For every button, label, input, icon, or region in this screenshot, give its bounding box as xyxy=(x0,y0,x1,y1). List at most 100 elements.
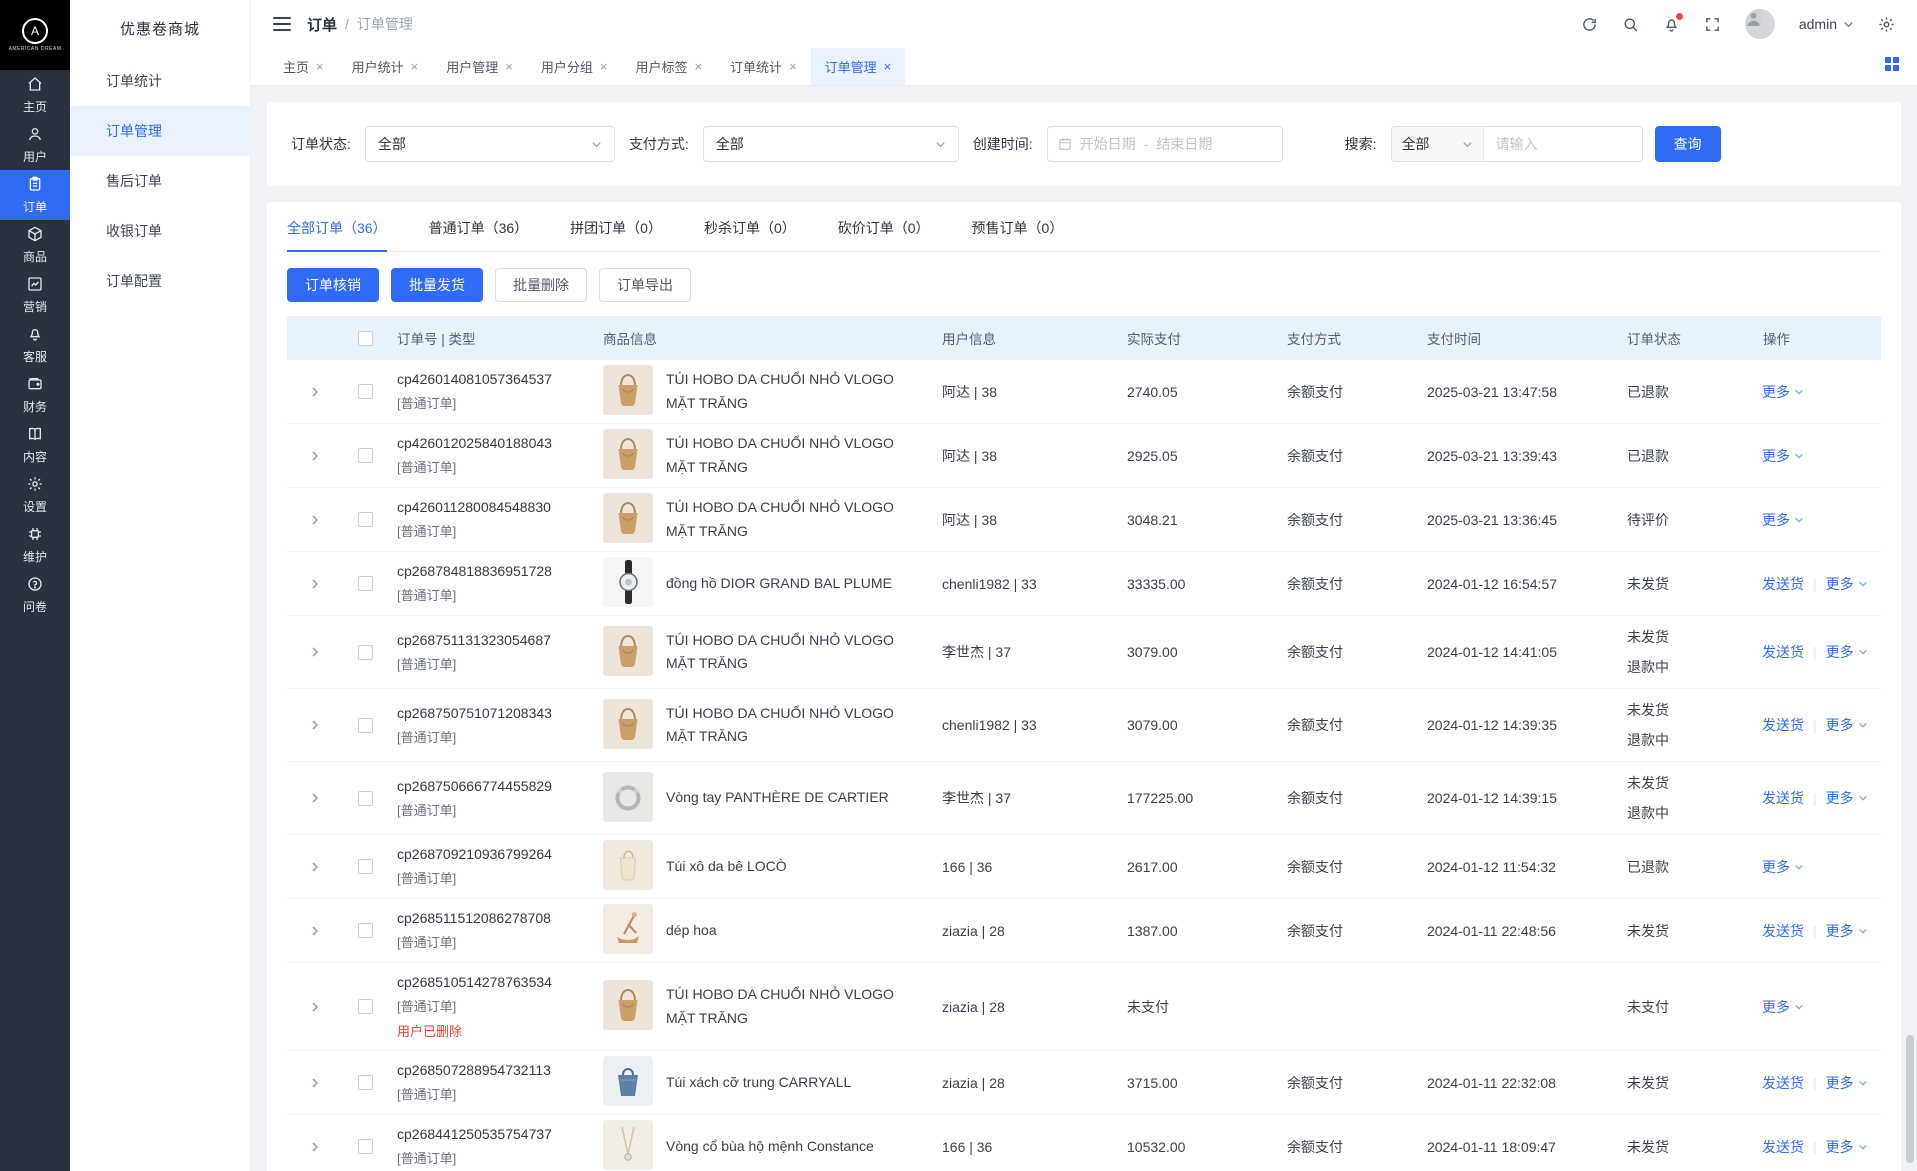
row-checkbox[interactable] xyxy=(358,448,373,463)
avatar[interactable] xyxy=(1745,9,1775,39)
sidebar-item-maintain[interactable]: 维护 xyxy=(0,520,70,570)
row-expander[interactable] xyxy=(287,861,343,873)
more-action-link[interactable]: 更多 xyxy=(1826,1137,1868,1157)
refresh-icon[interactable] xyxy=(1581,16,1598,33)
search-input[interactable]: 请输入 xyxy=(1484,127,1642,161)
more-action-link[interactable]: 更多 xyxy=(1762,857,1804,877)
row-checkbox[interactable] xyxy=(358,791,373,806)
submenu-item-2[interactable]: 售后订单 xyxy=(70,156,250,206)
close-icon[interactable]: × xyxy=(600,59,608,74)
vertical-scrollbar[interactable] xyxy=(1906,1035,1914,1163)
row-checkbox[interactable] xyxy=(358,512,373,527)
row-expander[interactable] xyxy=(287,386,343,398)
bulk-delete-button[interactable]: 批量删除 xyxy=(495,268,587,302)
row-checkbox[interactable] xyxy=(358,1139,373,1154)
order-tab-5[interactable]: 预售订单（0） xyxy=(972,218,1064,251)
row-expander[interactable] xyxy=(287,1141,343,1153)
order-tab-0[interactable]: 全部订单（36） xyxy=(287,218,387,251)
close-icon[interactable]: × xyxy=(694,59,702,74)
ship-action-link[interactable]: 发送货 xyxy=(1762,642,1804,662)
verify-order-button[interactable]: 订单核销 xyxy=(287,268,379,302)
row-expander[interactable] xyxy=(287,925,343,937)
sidebar-item-service[interactable]: 客服 xyxy=(0,320,70,370)
more-action-link[interactable]: 更多 xyxy=(1826,642,1868,662)
settings-gear-icon[interactable] xyxy=(1878,16,1895,33)
submenu-item-4[interactable]: 订单配置 xyxy=(70,256,250,306)
row-checkbox[interactable] xyxy=(358,718,373,733)
sidebar-item-marketing[interactable]: 营销 xyxy=(0,270,70,320)
pay-method-select[interactable]: 全部 xyxy=(703,126,959,162)
ship-action-link[interactable]: 发送货 xyxy=(1762,1137,1804,1157)
sidebar-item-settings[interactable]: 设置 xyxy=(0,470,70,520)
row-expander[interactable] xyxy=(287,450,343,462)
more-action-link[interactable]: 更多 xyxy=(1826,1073,1868,1093)
notifications-bell-icon[interactable] xyxy=(1663,16,1680,33)
order-tab-3[interactable]: 秒杀订单（0） xyxy=(704,218,796,251)
submenu-item-0[interactable]: 订单统计 xyxy=(70,56,250,106)
order-tab-2[interactable]: 拼团订单（0） xyxy=(570,218,662,251)
row-checkbox[interactable] xyxy=(358,999,373,1014)
tab-1[interactable]: 用户统计× xyxy=(338,48,433,85)
tab-0[interactable]: 主页× xyxy=(269,48,338,85)
close-icon[interactable]: × xyxy=(884,59,892,74)
sidebar-item-order[interactable]: 订单 xyxy=(0,170,70,220)
ship-action-link[interactable]: 发送货 xyxy=(1762,788,1804,808)
order-status-select[interactable]: 全部 xyxy=(365,126,615,162)
close-icon[interactable]: × xyxy=(789,59,797,74)
order-tab-4[interactable]: 砍价订单（0） xyxy=(838,218,930,251)
user-menu[interactable]: admin xyxy=(1799,16,1854,32)
search-icon[interactable] xyxy=(1622,16,1639,33)
collapse-menu-icon[interactable] xyxy=(273,17,291,31)
row-checkbox[interactable] xyxy=(358,859,373,874)
sidebar-item-finance[interactable]: 财务 xyxy=(0,370,70,420)
more-action-link[interactable]: 更多 xyxy=(1762,382,1804,402)
row-checkbox[interactable] xyxy=(358,1075,373,1090)
search-scope-select[interactable]: 全部 xyxy=(1392,127,1484,161)
close-icon[interactable]: × xyxy=(505,59,513,74)
more-action-link[interactable]: 更多 xyxy=(1762,510,1804,530)
ship-action-link[interactable]: 发送货 xyxy=(1762,715,1804,735)
select-all-checkbox[interactable] xyxy=(358,331,373,346)
tab-layout-grid-icon[interactable] xyxy=(1885,57,1899,76)
date-range-picker[interactable]: 开始日期 - 结束日期 xyxy=(1047,126,1283,162)
tab-2[interactable]: 用户管理× xyxy=(432,48,527,85)
row-checkbox[interactable] xyxy=(358,923,373,938)
close-icon[interactable]: × xyxy=(316,59,324,74)
more-action-link[interactable]: 更多 xyxy=(1826,574,1868,594)
submenu-item-3[interactable]: 收银订单 xyxy=(70,206,250,256)
more-action-link[interactable]: 更多 xyxy=(1826,921,1868,941)
bulk-ship-button[interactable]: 批量发货 xyxy=(391,268,483,302)
row-checkbox[interactable] xyxy=(358,384,373,399)
tab-3[interactable]: 用户分组× xyxy=(527,48,622,85)
sidebar-item-user[interactable]: 用户 xyxy=(0,120,70,170)
sidebar-item-survey[interactable]: 问卷 xyxy=(0,570,70,620)
sidebar-item-content[interactable]: 内容 xyxy=(0,420,70,470)
ship-action-link[interactable]: 发送货 xyxy=(1762,574,1804,594)
order-tab-1[interactable]: 普通订单（36） xyxy=(429,218,529,251)
tab-5[interactable]: 订单统计× xyxy=(716,48,811,85)
row-expander[interactable] xyxy=(287,719,343,731)
more-action-link[interactable]: 更多 xyxy=(1762,446,1804,466)
ship-action-link[interactable]: 发送货 xyxy=(1762,921,1804,941)
export-orders-button[interactable]: 订单导出 xyxy=(599,268,691,302)
submenu-item-1[interactable]: 订单管理 xyxy=(70,106,250,156)
ship-action-link[interactable]: 发送货 xyxy=(1762,1073,1804,1093)
fullscreen-icon[interactable] xyxy=(1704,16,1721,33)
more-action-link[interactable]: 更多 xyxy=(1826,715,1868,735)
app-logo[interactable]: A AMERICAN DREAM xyxy=(0,0,70,70)
row-expander[interactable] xyxy=(287,1077,343,1089)
sidebar-item-goods[interactable]: 商品 xyxy=(0,220,70,270)
row-checkbox[interactable] xyxy=(358,576,373,591)
row-checkbox[interactable] xyxy=(358,645,373,660)
more-action-link[interactable]: 更多 xyxy=(1762,997,1804,1017)
close-icon[interactable]: × xyxy=(411,59,419,74)
row-expander[interactable] xyxy=(287,792,343,804)
row-expander[interactable] xyxy=(287,1001,343,1013)
tab-6[interactable]: 订单管理× xyxy=(811,48,906,85)
row-expander[interactable] xyxy=(287,514,343,526)
query-button[interactable]: 查询 xyxy=(1655,126,1721,162)
more-action-link[interactable]: 更多 xyxy=(1826,788,1868,808)
tab-4[interactable]: 用户标签× xyxy=(621,48,716,85)
breadcrumb-root[interactable]: 订单 xyxy=(307,14,337,35)
sidebar-item-home[interactable]: 主页 xyxy=(0,70,70,120)
